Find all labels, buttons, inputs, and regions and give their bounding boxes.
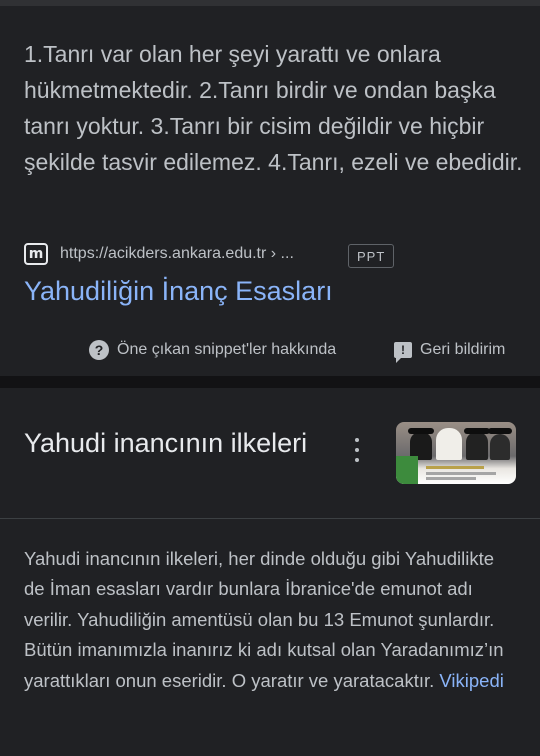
featured-snippet-card: 1.Tanrı var olan her şeyi yarattı ve onl… [0,6,540,376]
wikipedia-link[interactable]: Vikipedi [439,670,503,691]
card-body-text: Yahudi inancının ilkeleri, her dinde old… [24,548,504,691]
more-vert-icon[interactable] [346,438,368,462]
card-title[interactable]: Yahudi inancının ilkeleri [24,422,334,464]
ankara-university-logo-icon: m [24,243,48,265]
snippet-text: 1.Tanrı var olan her şeyi yarattı ve onl… [24,41,523,175]
card-separator [0,376,540,388]
source-url[interactable]: https://acikders.ankara.edu.tr › ... [60,245,294,263]
card-divider [0,518,540,519]
feedback-icon: ! [394,342,412,363]
feedback-button[interactable]: ! Geri bildirim [394,338,506,363]
help-icon: ? [89,340,109,360]
feedback-label: Geri bildirim [420,341,506,358]
card-body: Yahudi inancının ilkeleri, her dinde old… [24,544,516,696]
knowledge-card: Yahudi inancının ilkeleri Yahudi inancın… [0,388,540,756]
result-title-link[interactable]: Yahudiliğin İnanç Esasları [24,276,333,307]
about-snippets-link[interactable]: ? Öne çıkan snippet'ler hakkında [89,338,336,362]
about-snippets-label: Öne çıkan snippet'ler hakkında [117,341,337,358]
religious-men-photo-thumbnail[interactable] [396,422,516,484]
file-type-badge: PPT [348,244,395,268]
source-row[interactable]: m https://acikders.ankara.edu.tr › ... [24,242,294,266]
